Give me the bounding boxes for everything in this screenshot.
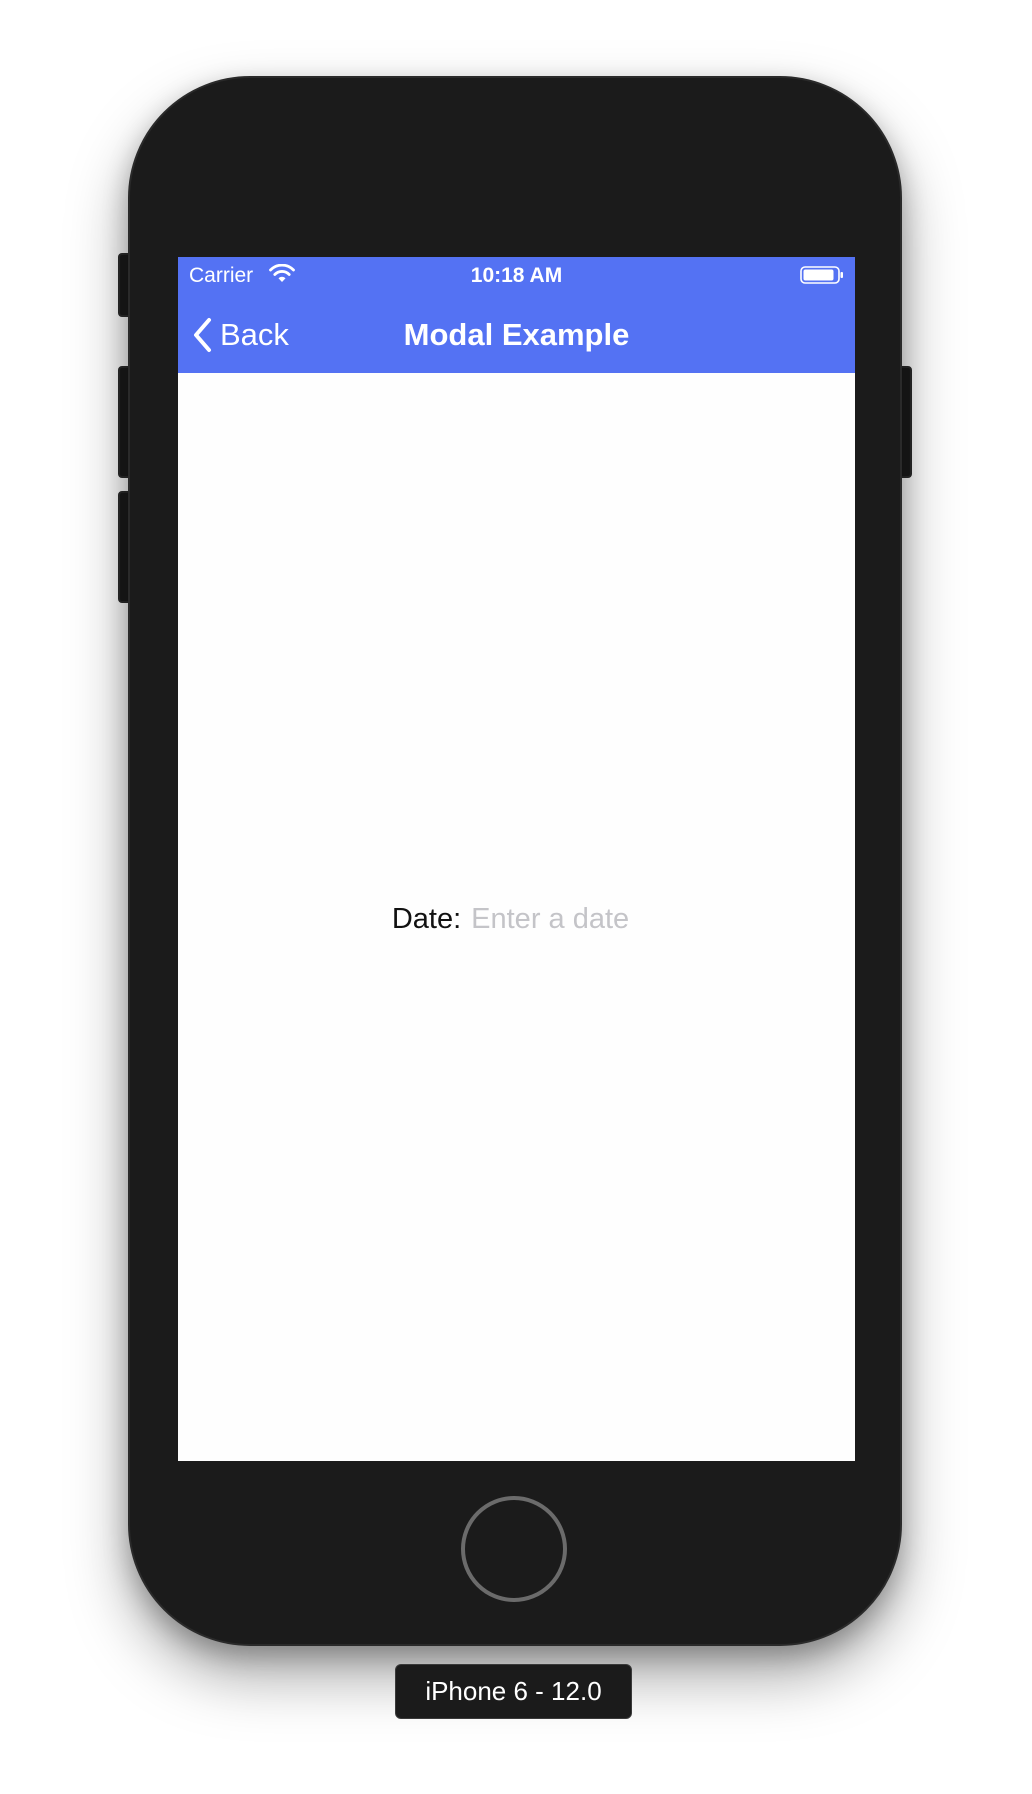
simulator-window: Carrier 10:18 AM Back Modal Example Date…	[0, 0, 1032, 1794]
battery-icon	[800, 266, 843, 284]
page-title: Modal Example	[403, 317, 630, 352]
device-caption: iPhone 6 - 12.0	[395, 1664, 632, 1719]
date-label: Date:	[391, 902, 462, 935]
navigation-bar: Carrier 10:18 AM Back Modal Example	[178, 257, 855, 373]
date-input[interactable]	[471, 902, 642, 936]
device-screen: Carrier 10:18 AM Back Modal Example Date…	[178, 257, 855, 1461]
date-form-row: Date:	[178, 899, 855, 939]
status-time: 10:18 AM	[470, 264, 563, 287]
home-button[interactable]	[461, 1496, 567, 1602]
status-bar: Carrier 10:18 AM	[178, 257, 855, 291]
nav-row: Back Modal Example	[178, 315, 855, 355]
